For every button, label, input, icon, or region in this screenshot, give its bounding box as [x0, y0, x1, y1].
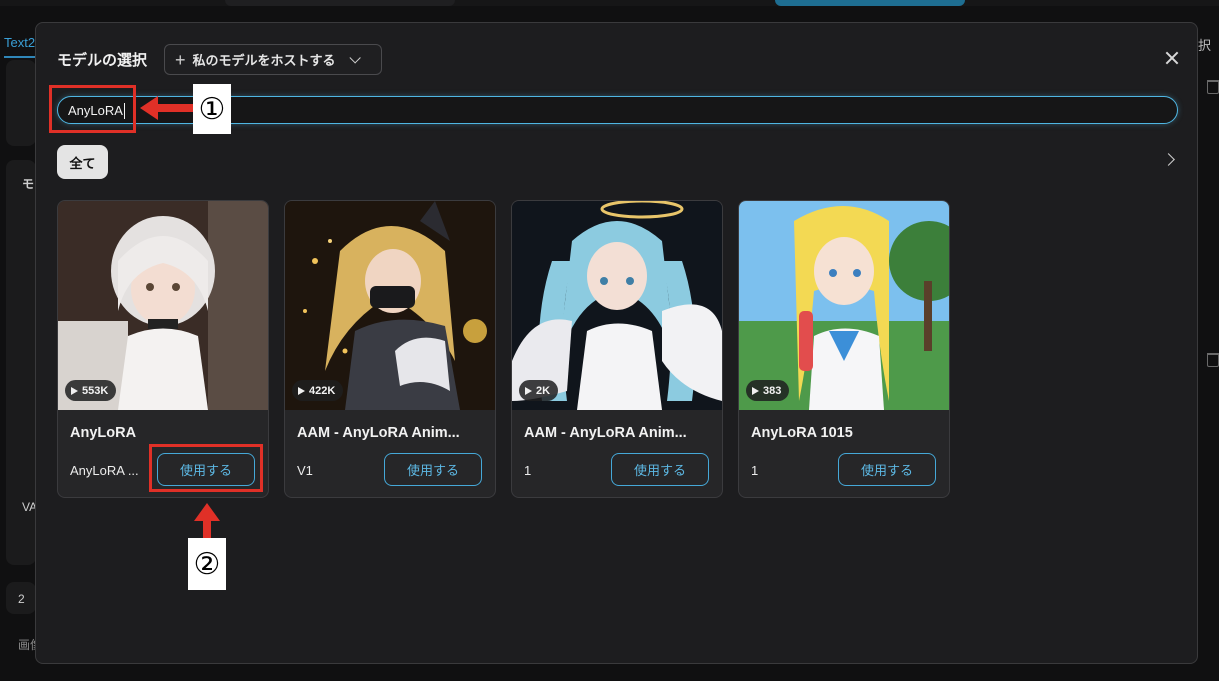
model-version: 1 — [524, 463, 532, 478]
bg-label-count: 2 — [18, 592, 25, 606]
chevron-right-icon[interactable] — [1162, 153, 1175, 166]
model-thumbnail — [285, 201, 495, 410]
usage-count: 2K — [536, 384, 551, 397]
usage-count: 422K — [309, 384, 336, 397]
model-name: AAM - AnyLoRA Anim... — [524, 425, 687, 441]
arrow-up-icon — [194, 503, 220, 541]
trash-icon[interactable] — [1207, 80, 1219, 94]
usage-count-badge: 383 — [746, 380, 790, 401]
close-icon[interactable] — [1165, 51, 1179, 65]
model-thumbnail — [739, 201, 949, 410]
step-2-label: ② — [188, 538, 226, 590]
model-name: AAM - AnyLoRA Anim... — [297, 425, 460, 441]
host-my-model-label: 私のモデルをホストする — [192, 53, 336, 68]
model-card[interactable]: 2K AAM - AnyLoRA Anim... 1 使用する — [511, 200, 723, 498]
play-icon — [71, 386, 78, 395]
play-icon — [525, 386, 532, 395]
dialog-title: モデルの選択 — [57, 52, 148, 69]
use-model-button[interactable]: 使用する — [838, 453, 936, 486]
use-model-button[interactable]: 使用する — [384, 453, 482, 486]
play-icon — [752, 386, 759, 395]
model-card[interactable]: 383 AnyLoRA 1015 1 使用する — [738, 200, 950, 498]
host-my-model-button[interactable]: + 私のモデルをホストする — [164, 44, 382, 75]
bg-label-model: モ — [22, 177, 35, 191]
tab-text2[interactable]: Text2 — [4, 30, 36, 58]
model-version: 1 — [751, 463, 759, 478]
use-model-button[interactable]: 使用する — [611, 453, 709, 486]
search-highlight-box — [49, 85, 136, 133]
trash-icon[interactable] — [1207, 353, 1219, 367]
model-search-input[interactable] — [68, 100, 1158, 120]
model-thumbnail — [58, 201, 268, 410]
model-version: V1 — [297, 463, 313, 478]
use-button-highlight-box — [149, 444, 263, 492]
usage-count: 553K — [82, 384, 109, 397]
top-bar — [0, 0, 1219, 6]
step-1-label: ① — [193, 84, 231, 134]
arrow-left-icon — [140, 96, 196, 120]
chevron-down-icon — [348, 51, 361, 64]
usage-count-badge: 2K — [519, 380, 559, 401]
usage-count-badge: 422K — [292, 380, 344, 401]
model-card[interactable]: 422K AAM - AnyLoRA Anim... V1 使用する — [284, 200, 496, 498]
model-name: AnyLoRA 1015 — [751, 425, 853, 441]
bg-panel-top — [6, 60, 36, 146]
play-icon — [298, 386, 305, 395]
bg-label-select: 択 — [1198, 38, 1212, 53]
model-thumbnail — [512, 201, 722, 410]
model-name: AnyLoRA — [70, 425, 137, 441]
model-version: AnyLoRA ... — [70, 463, 139, 478]
plus-icon: + — [175, 49, 186, 70]
filter-chip-all[interactable]: 全て — [57, 145, 108, 179]
usage-count: 383 — [763, 384, 782, 397]
usage-count-badge: 553K — [65, 380, 117, 401]
